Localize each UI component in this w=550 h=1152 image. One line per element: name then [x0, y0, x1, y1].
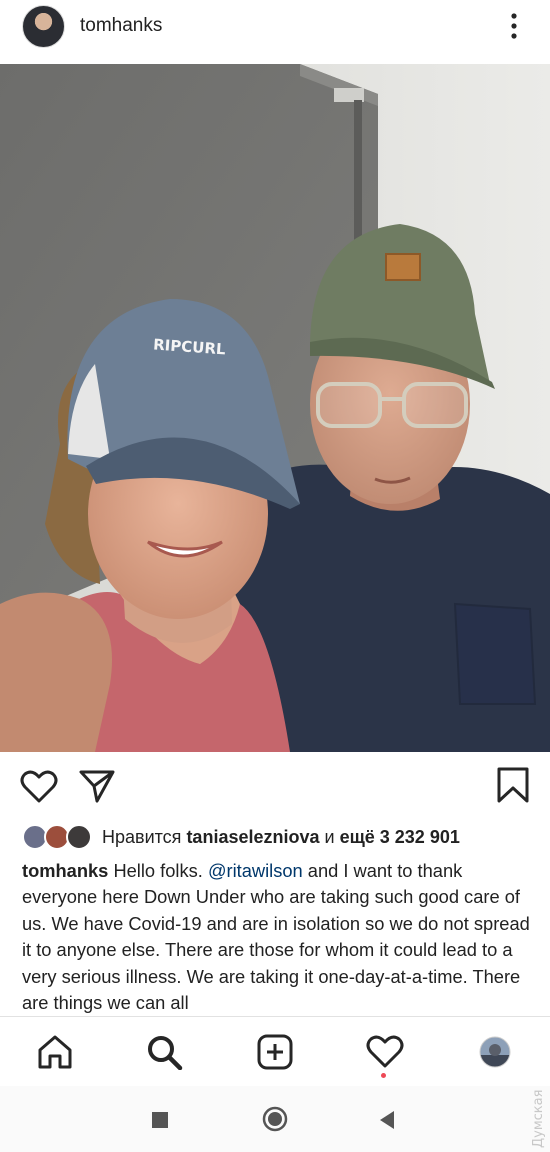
post-caption: tomhanks Hello folks. @ritawilson and I …	[22, 860, 530, 1014]
svg-text:Думская: Думская	[531, 1090, 546, 1148]
profile-icon[interactable]	[478, 1035, 512, 1069]
caption-author[interactable]: tomhanks	[22, 860, 108, 881]
caption-mention[interactable]: @ritawilson	[208, 860, 303, 881]
liker-avatar	[66, 824, 92, 850]
post-photo[interactable]: RIPCURL	[0, 64, 550, 752]
profile-avatar[interactable]	[22, 5, 65, 48]
home-icon[interactable]	[36, 1034, 74, 1070]
new-post-icon[interactable]	[256, 1034, 294, 1070]
likes-count[interactable]: ещё 3 232 901	[340, 827, 460, 847]
bottom-tab-bar	[0, 1016, 550, 1086]
watermark: Думская	[531, 1090, 546, 1148]
system-nav-bar	[0, 1086, 550, 1152]
search-icon[interactable]	[146, 1034, 184, 1070]
bookmark-outline-icon[interactable]	[496, 766, 530, 804]
likes-summary[interactable]: Нравится taniaselezniova и ещё 3 232 901	[22, 824, 460, 850]
post-header: tomhanks	[0, 0, 550, 54]
liked-by-username[interactable]: taniaselezniova	[186, 827, 319, 847]
activity-icon[interactable]	[366, 1034, 404, 1070]
post-actions	[0, 760, 550, 812]
likes-text: Нравится taniaselezniova и ещё 3 232 901	[102, 826, 460, 847]
more-vertical-icon[interactable]	[504, 10, 524, 42]
recents-button[interactable]	[151, 1111, 169, 1129]
home-button[interactable]	[262, 1106, 288, 1132]
post-username[interactable]: tomhanks	[80, 15, 162, 37]
liker-avatars	[22, 824, 96, 850]
heart-outline-icon[interactable]	[20, 770, 58, 804]
notification-dot	[381, 1073, 386, 1078]
paper-plane-icon[interactable]	[78, 768, 116, 804]
back-button[interactable]	[378, 1110, 396, 1130]
